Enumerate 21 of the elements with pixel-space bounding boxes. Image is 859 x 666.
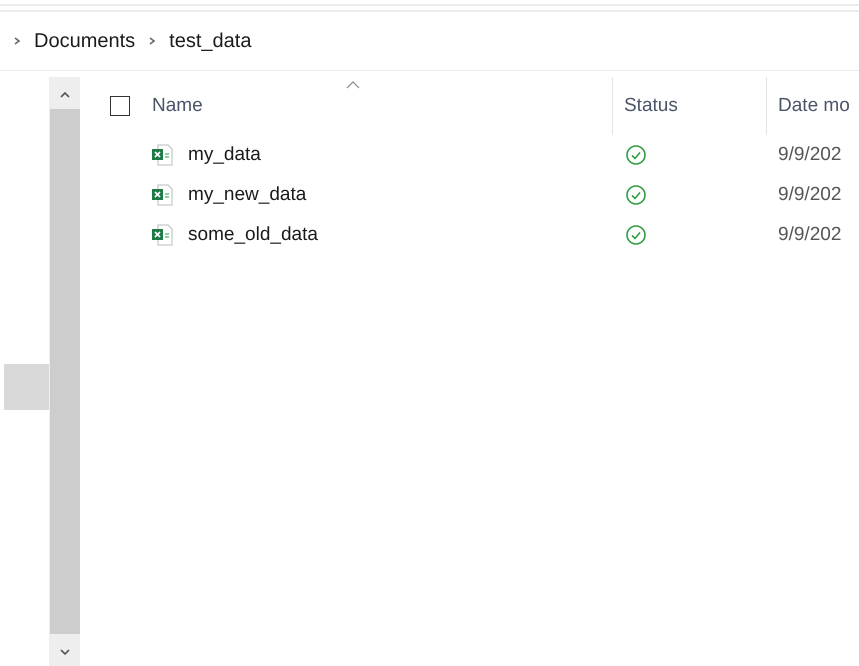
chevron-icon[interactable] bbox=[12, 36, 22, 46]
file-name[interactable]: my_data bbox=[188, 144, 261, 166]
spreadsheet-file-icon bbox=[150, 223, 174, 247]
scroll-down-icon[interactable] bbox=[58, 648, 70, 656]
column-header[interactable]: Name bbox=[152, 95, 203, 117]
date-modified: 9/9/202 bbox=[777, 184, 842, 206]
pane-block bbox=[4, 364, 49, 410]
chevron-icon[interactable] bbox=[147, 36, 158, 46]
breadcrumb-item[interactable]: test_data bbox=[169, 30, 252, 52]
sort-caret-icon[interactable] bbox=[346, 81, 360, 89]
date-modified: 9/9/202 bbox=[777, 224, 842, 246]
scroll-up-icon[interactable] bbox=[58, 91, 70, 99]
column-header[interactable]: Date mo bbox=[778, 95, 850, 117]
date-modified: 9/9/202 bbox=[777, 144, 842, 166]
file-name[interactable]: my_new_data bbox=[188, 184, 306, 206]
breadcrumb-item[interactable]: Documents bbox=[34, 30, 136, 52]
select-all-checkbox[interactable] bbox=[110, 96, 130, 116]
spreadsheet-file-icon bbox=[150, 183, 174, 207]
column-header[interactable]: Status bbox=[624, 95, 678, 117]
spreadsheet-file-icon bbox=[150, 143, 174, 167]
file-name[interactable]: some_old_data bbox=[188, 224, 318, 246]
